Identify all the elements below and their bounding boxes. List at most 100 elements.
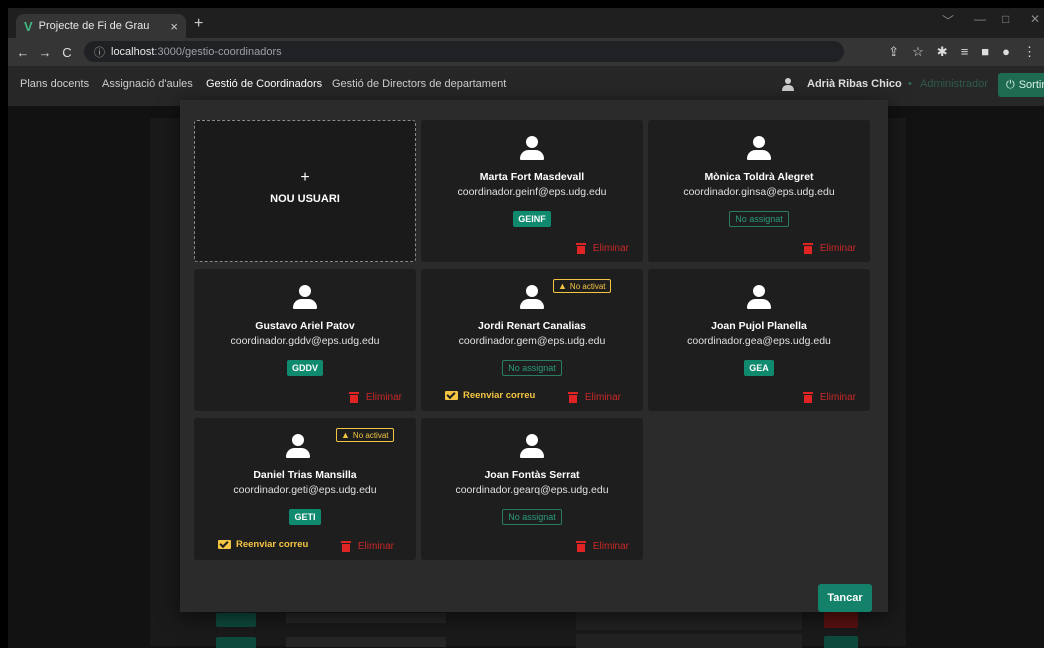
plus-icon: + [300,169,310,186]
warning-icon: ▲ [558,281,567,291]
background-badge [216,613,256,627]
browser-window: V Projecte de Fi de Grau × + ﹀ — □ ✕ ← →… [8,8,1044,648]
coordinator-card: Marta Fort Masdevall coordinador.geinf@e… [421,120,643,262]
back-icon[interactable]: ← [12,45,34,60]
background-button [824,612,858,628]
coordinator-name: Marta Fort Masdevall [479,171,585,183]
trash-icon [802,392,813,403]
nav-gestio-coordinadors[interactable]: Gestió de Coordinadors [206,78,322,90]
profile-avatar-icon[interactable]: ● [1002,44,1010,60]
url-host: localhost [111,45,155,58]
unassigned-badge: No assignat [502,509,562,525]
degree-badge: GEA [744,360,774,376]
coordinator-card: ▲ No activat Daniel Trias Mansilla coordi… [194,418,416,560]
user-icon [782,78,794,91]
warning-icon: ▲ [341,430,350,440]
background-text [286,637,446,647]
new-tab-button[interactable]: + [194,15,203,33]
background-text [286,613,446,623]
resend-label: Reenviar correu [236,539,309,550]
reading-list-icon[interactable]: ≡ [961,44,969,60]
delete-button[interactable]: Eliminar [340,541,394,552]
coordinator-card: ▲ No activat Jordi Renart Canalias coordi… [421,269,643,411]
background-row [216,610,888,630]
resend-email-button[interactable]: Reenviar correu [445,390,535,401]
site-info-icon[interactable]: ⓘ [94,44,105,60]
user-avatar-icon [520,136,544,160]
not-activated-badge: ▲ No activat [336,428,394,442]
user-avatar-icon [286,434,310,458]
minimize-icon[interactable]: — [974,12,986,26]
current-user-role: Administrador [920,78,988,90]
delete-button[interactable]: Eliminar [802,392,856,403]
forward-icon[interactable]: → [34,45,56,60]
close-dialog-button[interactable]: Tancar [818,584,872,612]
delete-label: Eliminar [819,392,856,403]
coordinator-name: Joan Pujol Planella [711,320,807,332]
delete-label: Eliminar [357,541,394,552]
nav-assignacio-aules[interactable]: Assignació d'aules [102,78,193,90]
delete-label: Eliminar [365,392,402,403]
trash-icon [348,392,359,403]
coordinator-name: Daniel Trias Mansilla [253,469,357,481]
delete-label: Eliminar [819,243,856,254]
reload-icon[interactable]: C [56,45,78,60]
trash-icon [567,392,578,403]
new-user-card[interactable]: + NOU USUARI [194,120,416,262]
user-avatar-icon [747,136,771,160]
current-user-name: Adrià Ribas Chico [807,78,902,90]
new-user-label: NOU USUARI [270,193,340,205]
coordinator-email: coordinador.gea@eps.udg.edu [687,335,831,347]
coordinator-name: Gustavo Ariel Patov [255,320,355,332]
share-icon[interactable]: ⇪ [888,44,899,60]
trash-icon [802,243,813,254]
background-badge [216,637,256,648]
nav-plans-docents[interactable]: Plans docents [20,78,89,90]
tab-strip: V Projecte de Fi de Grau × + ﹀ — □ ✕ [8,8,1044,38]
degree-badge: GETI [289,509,321,525]
coordinator-name: Jordi Renart Canalias [478,320,586,332]
delete-button[interactable]: Eliminar [567,392,621,403]
logout-button[interactable]: ⏻ Sortir [998,73,1044,97]
resend-label: Reenviar correu [463,390,536,401]
coordinator-email: coordinador.ginsa@eps.udg.edu [683,186,835,198]
coordinator-card: Gustavo Ariel Patov coordinador.gddv@eps… [194,269,416,411]
delete-button[interactable]: Eliminar [575,541,629,552]
coordinator-email: coordinador.gearq@eps.udg.edu [455,484,609,496]
coordinator-card: Mònica Toldrà Alegret coordinador.ginsa@… [648,120,870,262]
coordinator-email: coordinador.geti@eps.udg.edu [233,484,377,496]
sidepanel-icon[interactable]: ■ [981,44,989,60]
extensions-icon[interactable]: ✱ [937,44,948,60]
background-row [216,634,888,648]
browser-tab[interactable]: V Projecte de Fi de Grau × [16,14,186,38]
bookmark-star-icon[interactable]: ☆ [912,44,924,60]
coordinator-name: Mònica Toldrà Alegret [704,171,814,183]
delete-button[interactable]: Eliminar [575,243,629,254]
not-activated-badge: ▲ No activat [553,279,611,293]
delete-label: Eliminar [592,243,629,254]
browser-toolbar: ← → C ⓘ localhost:3000/gestio-coordinado… [8,38,1044,66]
power-icon: ⏻ [1006,78,1015,91]
trash-icon [575,243,586,254]
vue-logo-icon: V [24,18,33,34]
address-bar[interactable]: ⓘ localhost:3000/gestio-coordinadors [84,41,844,62]
tab-close-icon[interactable]: × [170,19,178,34]
nav-gestio-directors[interactable]: Gestió de Directors de departament [332,78,506,90]
coordinator-email: coordinador.gem@eps.udg.edu [458,335,606,347]
background-select [576,634,802,648]
role-separator: • [908,78,912,90]
unassigned-badge: No assignat [502,360,562,376]
not-activated-label: No activat [352,430,389,440]
chevron-down-icon[interactable]: ﹀ [942,12,954,29]
trash-icon [575,541,586,552]
maximize-icon[interactable]: □ [1002,12,1009,26]
delete-button[interactable]: Eliminar [348,392,402,403]
resend-email-button[interactable]: Reenviar correu [218,539,308,550]
menu-icon[interactable]: ⋮ [1023,44,1036,60]
close-window-icon[interactable]: ✕ [1030,12,1040,26]
tab-title: Projecte de Fi de Grau [38,20,150,32]
coordinator-card: Joan Pujol Planella coordinador.gea@eps.… [648,269,870,411]
coordinator-email: coordinador.gddv@eps.udg.edu [230,335,380,347]
not-activated-label: No activat [569,281,606,291]
delete-button[interactable]: Eliminar [802,243,856,254]
